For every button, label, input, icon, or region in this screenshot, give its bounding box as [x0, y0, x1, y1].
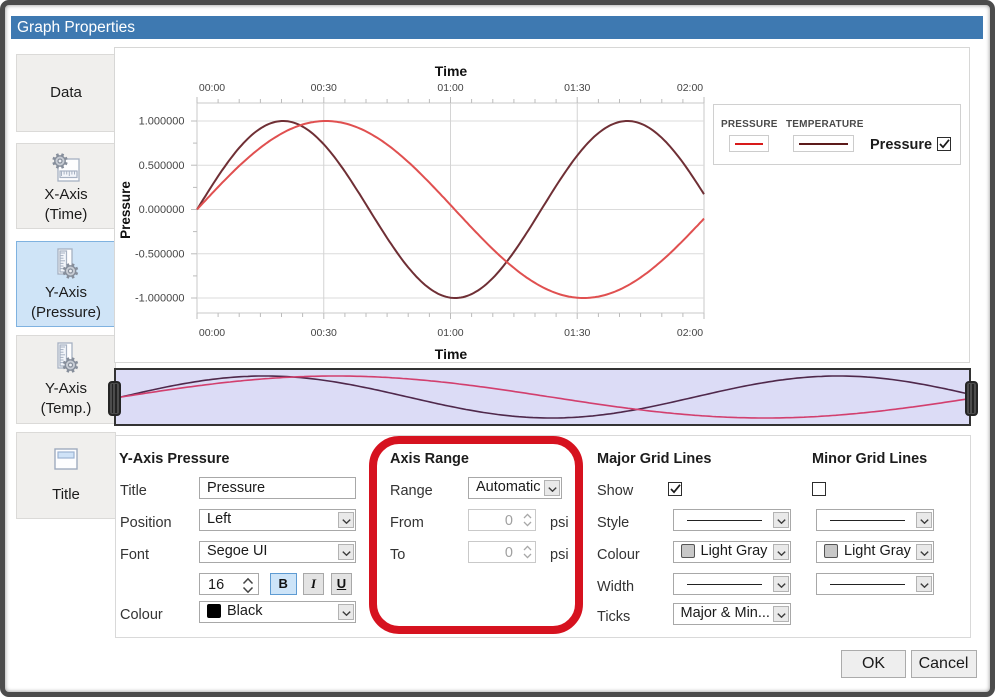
svg-text:Time: Time	[435, 346, 468, 362]
svg-text:01:00: 01:00	[437, 82, 463, 94]
svg-text:0.500000: 0.500000	[139, 160, 185, 172]
svg-text:-1.000000: -1.000000	[135, 293, 185, 305]
svg-text:01:30: 01:30	[564, 82, 590, 94]
svg-text:-0.500000: -0.500000	[135, 248, 185, 260]
svg-text:0.000000: 0.000000	[139, 204, 185, 216]
svg-text:Pressure: Pressure	[118, 181, 133, 239]
svg-text:00:30: 00:30	[311, 327, 337, 339]
svg-text:01:00: 01:00	[437, 327, 463, 339]
svg-text:Time: Time	[435, 63, 468, 79]
svg-text:00:30: 00:30	[311, 82, 337, 94]
svg-text:01:30: 01:30	[564, 327, 590, 339]
svg-text:02:00: 02:00	[677, 327, 703, 339]
svg-text:00:00: 00:00	[199, 82, 225, 94]
svg-text:00:00: 00:00	[199, 327, 225, 339]
svg-text:1.000000: 1.000000	[139, 116, 185, 128]
svg-text:02:00: 02:00	[677, 82, 703, 94]
